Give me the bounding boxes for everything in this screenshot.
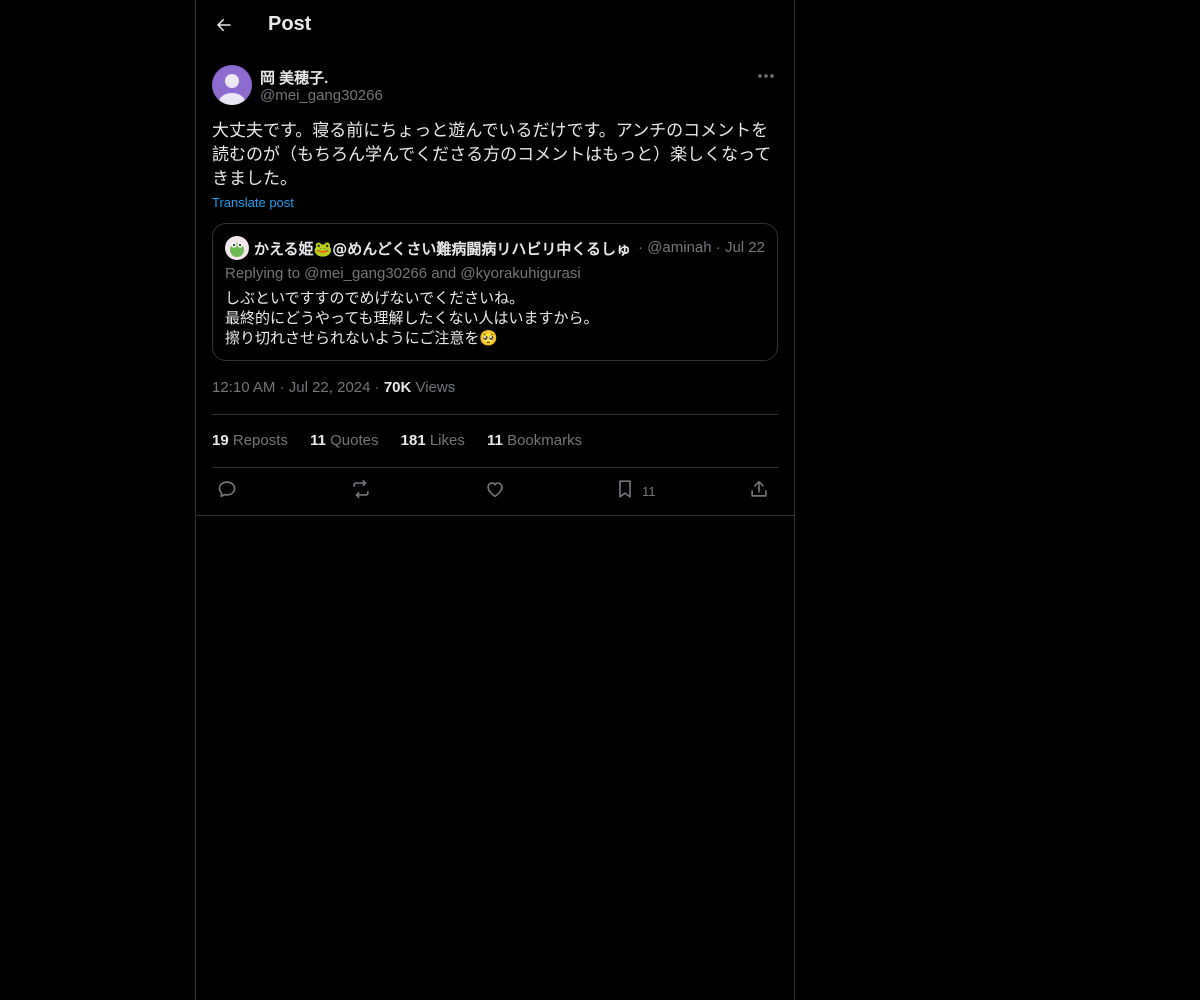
repost-icon [350,478,372,505]
more-button[interactable] [754,65,778,85]
views-label: Views [415,379,456,396]
reply-button[interactable] [216,478,238,504]
bookmark-button[interactable]: 11 [614,478,656,504]
divider [212,467,778,468]
repost-button[interactable] [350,478,372,504]
share-button[interactable] [748,478,770,504]
avatar[interactable] [212,65,252,105]
action-bar: 11 [212,478,778,504]
quoted-post[interactable]: かえる姫🐸@めんどくさい難病闘病リハビリ中くるしゅ · @aminah · Ju… [212,223,778,361]
bookmark-count: 11 [642,483,656,499]
divider [212,414,778,415]
post-stats: 19 Reposts 11 Quotes 181 Likes 11 Bookma… [212,432,778,449]
quote-line: しぶといですすのでめげないでくださいね。 [225,289,525,307]
post-author: 岡 美穂子. @mei_gang30266 [212,65,778,107]
page-title: Post [268,13,312,35]
more-horizontal-icon [757,66,775,84]
quote-replying-to: Replying to @mei_gang30266 and @kyorakuh… [225,265,581,282]
views-count: 70K [383,379,412,396]
quote-author-name: かえる姫🐸@めんどくさい難病闘病リハビリ中くるしゅ [254,240,632,258]
arrow-left-icon [215,16,233,39]
author-name[interactable]: 岡 美穂子. [260,67,328,88]
back-button[interactable] [210,13,238,41]
divider [196,515,794,516]
post-date[interactable]: Jul 22, 2024 [289,379,371,396]
quotes-stat[interactable]: 11 Quotes [310,432,378,449]
heart-icon [484,478,506,505]
author-handle[interactable]: @mei_gang30266 [260,87,383,104]
quote-author-handle: @aminah [647,239,712,256]
like-button[interactable] [484,478,506,504]
post-time[interactable]: 12:10 AM [212,379,275,396]
post-meta: 12:10 AM · Jul 22, 2024 · 70K Views [212,379,456,396]
quote-meta: · @aminah · Jul 22 [638,239,765,256]
quote-line: 擦り切れさせられないようにご注意を🥺 [225,329,499,347]
share-icon [748,478,770,505]
likes-stat[interactable]: 181 Likes [401,432,465,449]
bookmark-icon [614,478,636,505]
post-text: 大丈夫です。寝る前にちょっと遊んでいるだけです。アンチのコメントを読むのが（もち… [212,121,772,189]
quote-line: 最終的にどうやっても理解したくない人はいますから。 [225,309,599,327]
quote-date: Jul 22 [724,239,765,256]
page-header: Post [196,0,794,54]
translate-post-link[interactable]: Translate post [212,195,294,210]
quote-text: しぶといですすのでめげないでくださいね。 最終的にどうやっても理解したくない人は… [225,288,765,348]
post-column: Post 岡 美穂子. @mei_gang30266 大丈夫です。寝る前にちょっ… [195,0,795,1000]
quote-avatar [225,236,249,260]
bookmarks-stat[interactable]: 11 Bookmarks [487,432,582,449]
reply-icon [216,478,238,505]
reposts-stat[interactable]: 19 Reposts [212,432,288,449]
